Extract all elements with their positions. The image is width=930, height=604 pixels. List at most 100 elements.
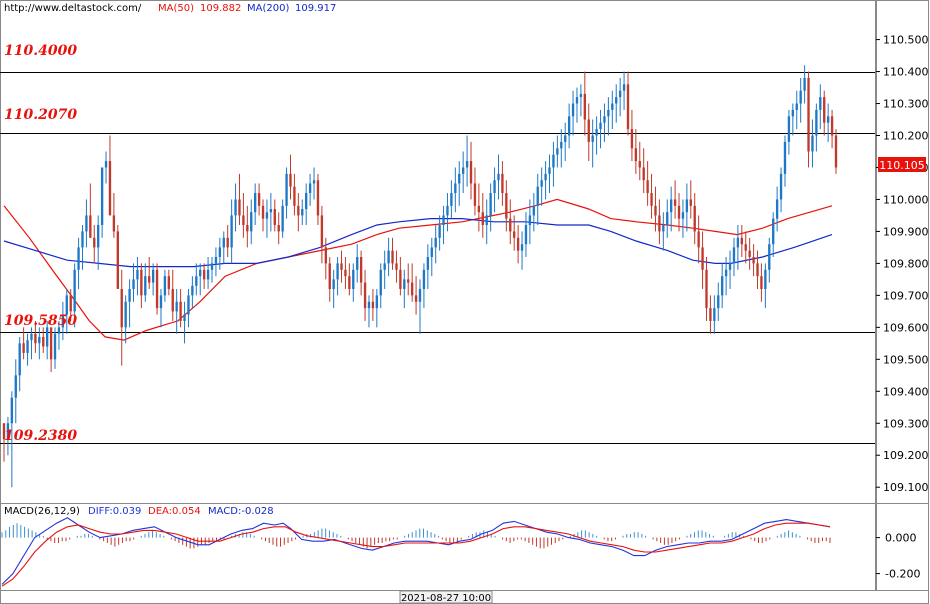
candle-body [332, 279, 335, 289]
candle-body [713, 308, 716, 321]
candle-body [493, 180, 496, 194]
source-url[interactable]: http://www.deltastock.com/ [4, 3, 141, 14]
candle-body [22, 343, 25, 353]
macd-title: MACD(26,12,9) [4, 506, 80, 517]
candle-body [516, 237, 520, 251]
candle-body [615, 97, 618, 104]
candle-body [783, 141, 787, 174]
candle-body [760, 276, 763, 289]
candle-body [281, 205, 284, 232]
candle-body [328, 263, 331, 289]
price-tick-label: 109.200 [883, 449, 929, 462]
candle-body [481, 212, 484, 226]
candle-body [124, 301, 127, 328]
candle-body [611, 103, 614, 110]
candle-body [571, 103, 575, 117]
candle-body [305, 193, 308, 210]
level-label-109-5850: 109.5850 [4, 313, 78, 329]
candle-body [187, 295, 190, 315]
candle-body [721, 276, 724, 296]
candle-body [799, 90, 802, 104]
candle-body [650, 193, 653, 206]
candle-body [689, 199, 692, 206]
candle-body [618, 90, 622, 98]
candle-body [485, 215, 488, 226]
candle-body [748, 250, 751, 257]
candle-body [422, 269, 426, 289]
candle-body [461, 167, 465, 174]
price-tick-label: 109.500 [883, 353, 929, 366]
candle-body [344, 269, 347, 277]
candle-body [548, 167, 551, 174]
candle-body [489, 193, 492, 216]
candle-body [744, 244, 747, 251]
candle-body [140, 269, 143, 296]
macd-diff: DIFF:0.039 [88, 506, 142, 517]
candle-body [705, 269, 708, 309]
candle-body [583, 93, 587, 120]
candle-body [575, 97, 579, 104]
candle-body [108, 161, 112, 216]
candle-body [18, 343, 21, 376]
candle-body [214, 257, 218, 264]
candle-body [45, 327, 49, 347]
candle-body [764, 269, 767, 289]
candle-body [159, 295, 163, 309]
candle-body [540, 180, 543, 187]
candle-body [250, 212, 253, 232]
candle-body [69, 295, 72, 312]
candle-body [399, 269, 402, 289]
candle-body [528, 215, 532, 226]
candle-body [171, 288, 174, 312]
candle-body [544, 173, 547, 181]
candle-body [367, 301, 371, 309]
candle-body [144, 276, 147, 296]
candle-body [465, 161, 469, 168]
candle-body [807, 77, 810, 152]
candle-body [14, 375, 17, 398]
macd-tick-label: 0.000 [885, 532, 917, 545]
candle-body [520, 244, 524, 251]
candle-body [564, 135, 567, 142]
candle-body [658, 215, 661, 232]
candle-body [136, 269, 139, 280]
candle-body [646, 180, 649, 194]
level-label-110-2070: 110.2070 [4, 107, 78, 123]
candle-body [257, 193, 261, 206]
candle-body [273, 209, 276, 226]
candle-body [407, 279, 410, 283]
candle-body [795, 103, 798, 110]
candle-body [830, 116, 834, 136]
candle-body [779, 173, 783, 200]
candle-body [442, 215, 445, 226]
level-label-109-2380: 109.2380 [4, 428, 78, 444]
candle-body [199, 269, 202, 277]
price-tick-label: 109.800 [883, 257, 929, 270]
candle-body [183, 314, 186, 321]
candle-body [681, 212, 685, 219]
candle-body [669, 199, 673, 213]
candle-body [497, 173, 500, 181]
ma50-label: MA(50) [158, 3, 194, 14]
candle-body [155, 269, 159, 309]
candle-body [736, 237, 740, 248]
candle-body [414, 295, 418, 302]
candle [155, 263, 159, 315]
candle-body [454, 183, 457, 194]
candle-body [634, 148, 638, 162]
price-panel-frame [0, 0, 876, 504]
candle-body [230, 215, 233, 248]
candle [116, 225, 119, 289]
candle-body [579, 93, 583, 98]
candle-body [513, 231, 516, 238]
candle-body [100, 167, 104, 226]
candle-body [81, 231, 84, 248]
candle-body [772, 218, 775, 245]
ma50-value: 109.882 [200, 3, 242, 14]
candle-body [179, 301, 182, 321]
candle-body [285, 173, 288, 206]
candle-body [269, 209, 273, 213]
candle-body [10, 397, 14, 424]
price-tick-label: 110.000 [883, 193, 929, 206]
candle-body [438, 225, 441, 238]
